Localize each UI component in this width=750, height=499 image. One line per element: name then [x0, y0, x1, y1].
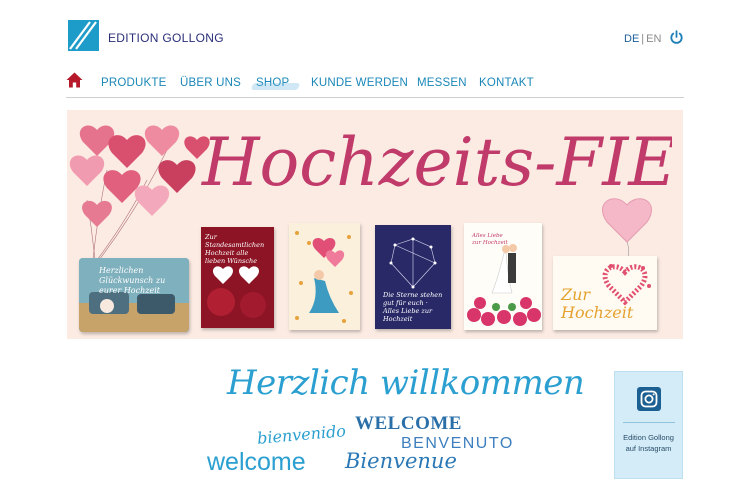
card-1[interactable]: Herzlichen Glückwunsch zu eurer Hochzeit	[79, 258, 189, 332]
card-4[interactable]: Die Sterne stehen gut für euch · Alles L…	[375, 225, 451, 329]
nav-item-kontakt[interactable]: KONTAKT	[479, 77, 534, 89]
card-2-text: Zur Standesamtlichen Hochzeit alle liebe…	[205, 233, 265, 265]
logo-mark-icon	[68, 20, 99, 51]
nav-item-ueber-uns[interactable]: ÜBER UNS	[180, 77, 241, 89]
instagram-label: Edition Gollong auf Instagram	[623, 433, 674, 453]
card-6-text: Zur Hochzeit	[561, 285, 634, 322]
banner-title-lettering: Hochzeits-FIEBER	[201, 124, 672, 201]
card-1-text: Herzlichen Glückwunsch zu eurer Hochzeit	[99, 266, 166, 295]
banner-title-text: Hochzeits-FIEBER	[201, 124, 672, 201]
card-5-text: Alles Liebe zur Hochzeit	[472, 233, 508, 246]
nav-item-kunde-werden[interactable]: KUNDE WERDEN	[311, 77, 408, 89]
language-switcher: DE | EN	[624, 33, 661, 45]
card-4-text: Die Sterne stehen gut für euch · Alles L…	[383, 291, 443, 323]
main-navigation: PRODUKTE ÜBER UNS SHOP KUNDE WERDEN MESS…	[66, 72, 684, 98]
language-de[interactable]: DE	[624, 33, 639, 45]
brand-name: EDITION GOLLONG	[108, 30, 224, 45]
nav-item-messen[interactable]: MESSEN	[417, 77, 467, 89]
instagram-divider	[623, 422, 675, 423]
card-3[interactable]	[289, 223, 360, 330]
card-5[interactable]: Alles Liebe zur Hochzeit	[464, 223, 542, 330]
nav-item-shop[interactable]: SHOP	[256, 77, 289, 89]
brand-logo[interactable]: EDITION GOLLONG	[68, 20, 224, 51]
welcome-word-en: welcome	[207, 448, 306, 476]
language-en[interactable]: EN	[646, 33, 661, 45]
home-icon[interactable]	[66, 72, 83, 88]
welcome-headline: Herzlich willkommen	[227, 363, 585, 403]
power-icon[interactable]	[669, 30, 684, 45]
instagram-icon[interactable]	[637, 387, 661, 411]
welcome-section: Herzlich willkommen WELCOME bienvenido B…	[205, 363, 585, 493]
instagram-box[interactable]: Edition Gollong auf Instagram	[614, 371, 683, 479]
card-2[interactable]: Zur Standesamtlichen Hochzeit alle liebe…	[201, 227, 274, 328]
welcome-word-es: bienvenido	[256, 421, 347, 448]
welcome-word-en-caps: WELCOME	[355, 413, 462, 434]
welcome-word-fr: Bienvenue	[345, 449, 457, 473]
hero-banner[interactable]: Hochzeits-FIEBER Herzlichen Glückwunsch …	[67, 110, 683, 339]
card-6[interactable]: Zur Hochzeit	[553, 256, 657, 330]
nav-item-produkte[interactable]: PRODUKTE	[101, 77, 167, 89]
language-separator: |	[641, 33, 645, 45]
